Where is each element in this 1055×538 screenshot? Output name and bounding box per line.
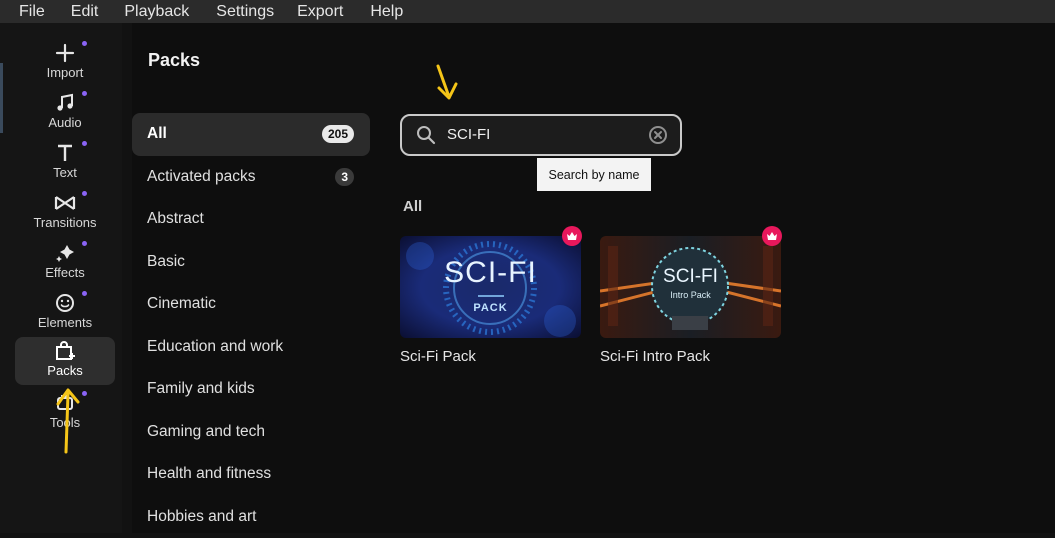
pack-name: Sci-Fi Intro Pack xyxy=(600,348,781,365)
menu-settings[interactable]: Settings xyxy=(216,0,274,23)
clear-search-icon[interactable] xyxy=(648,125,668,150)
category-abstract[interactable]: Abstract xyxy=(132,198,370,241)
category-list: All 205 Activated packs 3 Abstract Basic… xyxy=(132,113,370,538)
sidebar-item-label: Effects xyxy=(15,265,115,280)
sparkle-icon xyxy=(53,242,77,264)
sidebar-item-label: Elements xyxy=(15,315,115,330)
category-count-badge: 3 xyxy=(335,168,354,186)
category-activated-packs[interactable]: Activated packs 3 xyxy=(132,156,370,199)
menu-playback[interactable]: Playback xyxy=(124,0,189,23)
sidebar-item-transitions[interactable]: Transitions xyxy=(15,189,115,237)
menu-file[interactable]: File xyxy=(19,0,45,23)
thumbnail-subtitle: Intro Pack xyxy=(600,290,781,300)
packs-panel: Packs All 205 Activated packs 3 Abstract… xyxy=(132,23,1055,533)
category-health-and-fitness[interactable]: Health and fitness xyxy=(132,453,370,496)
premium-crown-icon xyxy=(762,226,782,246)
menu-bar: File Edit Playback Settings Export Help xyxy=(0,0,1055,23)
category-gaming-and-tech[interactable]: Gaming and tech xyxy=(132,411,370,454)
search-tooltip: Search by name xyxy=(537,158,651,191)
results-section-label: All xyxy=(403,198,422,215)
premium-crown-icon xyxy=(562,226,582,246)
plus-icon xyxy=(53,42,77,64)
search-icon xyxy=(416,125,436,150)
category-label: Hobbies and art xyxy=(147,508,256,526)
notification-dot xyxy=(82,91,87,96)
notification-dot xyxy=(82,191,87,196)
pack-name: Sci-Fi Pack xyxy=(400,348,581,365)
smiley-icon xyxy=(53,292,77,314)
category-label: Cinematic xyxy=(147,295,216,313)
sidebar-item-label: Audio xyxy=(15,115,115,130)
annotation-arrow-icon xyxy=(52,386,82,456)
category-label: Health and fitness xyxy=(147,465,271,483)
text-icon xyxy=(53,142,77,164)
menu-edit[interactable]: Edit xyxy=(71,0,99,23)
sidebar-item-import[interactable]: Import xyxy=(15,39,115,87)
thumbnail-subtitle: PACK xyxy=(400,302,581,314)
notification-dot xyxy=(82,241,87,246)
sidebar-item-label: Text xyxy=(15,165,115,180)
category-label: Family and kids xyxy=(147,380,255,398)
category-label: Activated packs xyxy=(147,168,256,186)
pack-card-sci-fi-intro-pack[interactable]: SCI-FI Intro Pack Sci-Fi Intro Pack xyxy=(600,236,781,365)
search-value: SCI-FI xyxy=(447,126,490,143)
category-label: Basic xyxy=(147,253,185,271)
transitions-icon xyxy=(53,192,77,214)
music-note-icon xyxy=(53,92,77,114)
pack-card-sci-fi-pack[interactable]: SCI-FI PACK Sci-Fi Pack xyxy=(400,236,581,365)
notification-dot xyxy=(82,141,87,146)
category-basic[interactable]: Basic xyxy=(132,241,370,284)
sidebar-item-label: Transitions xyxy=(15,215,115,230)
sidebar-item-audio[interactable]: Audio xyxy=(15,89,115,137)
sidebar-item-effects[interactable]: Effects xyxy=(15,239,115,287)
thumbnail-title: SCI-FI xyxy=(600,266,781,288)
packs-bag-icon xyxy=(53,340,77,362)
category-hobbies-and-art[interactable]: Hobbies and art xyxy=(132,496,370,538)
notification-dot xyxy=(82,41,87,46)
category-count-badge: 205 xyxy=(322,125,354,143)
window-edge xyxy=(0,63,3,133)
category-label: Education and work xyxy=(147,338,283,356)
menu-help[interactable]: Help xyxy=(370,0,403,23)
notification-dot xyxy=(82,391,87,396)
sidebar-item-elements[interactable]: Elements xyxy=(15,289,115,337)
sidebar-item-packs[interactable]: Packs xyxy=(15,337,115,385)
category-label: Abstract xyxy=(147,210,204,228)
category-label: Gaming and tech xyxy=(147,423,265,441)
sidebar-item-text[interactable]: Text xyxy=(15,139,115,187)
category-cinematic[interactable]: Cinematic xyxy=(132,283,370,326)
thumbnail-title: SCI-FI xyxy=(400,256,581,290)
category-all[interactable]: All 205 xyxy=(132,113,370,156)
notification-dot xyxy=(82,291,87,296)
sidebar-item-label: Import xyxy=(15,65,115,80)
left-sidebar: Import Audio Text Transitions Effects xyxy=(0,23,122,533)
menu-export[interactable]: Export xyxy=(297,0,343,23)
category-label: All xyxy=(147,125,167,143)
page-title: Packs xyxy=(148,50,200,71)
search-input[interactable]: SCI-FI xyxy=(400,114,682,156)
category-education-and-work[interactable]: Education and work xyxy=(132,326,370,369)
pack-thumbnail: SCI-FI PACK xyxy=(400,236,581,338)
pack-thumbnail: SCI-FI Intro Pack xyxy=(600,236,781,338)
sidebar-item-label: Packs xyxy=(15,363,115,378)
annotation-arrow-icon xyxy=(430,64,464,104)
category-family-and-kids[interactable]: Family and kids xyxy=(132,368,370,411)
